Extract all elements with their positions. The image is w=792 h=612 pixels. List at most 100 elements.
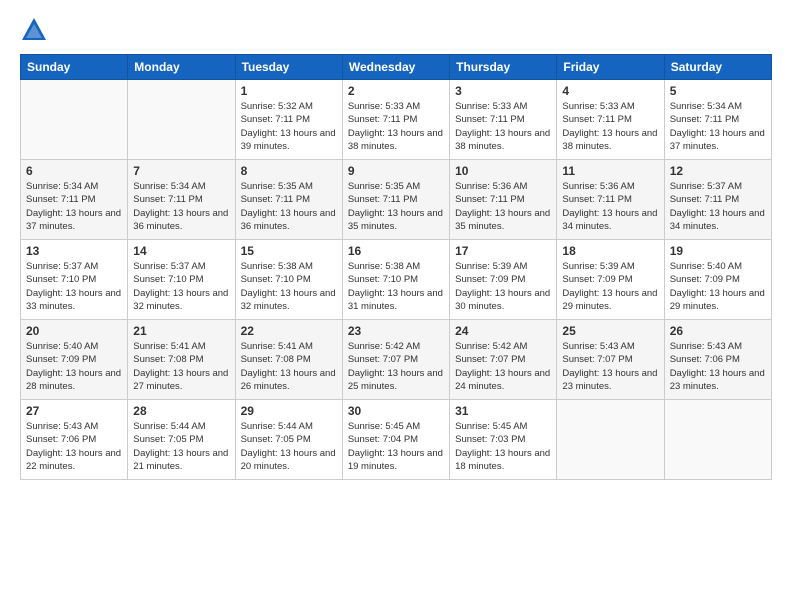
day-info: Sunrise: 5:43 AM Sunset: 7:06 PM Dayligh… bbox=[26, 420, 122, 473]
day-number: 16 bbox=[348, 244, 444, 258]
calendar-day-8: 8 Sunrise: 5:35 AM Sunset: 7:11 PM Daylig… bbox=[235, 160, 342, 240]
calendar-day-24: 24 Sunrise: 5:42 AM Sunset: 7:07 PM Dayli… bbox=[450, 320, 557, 400]
page-header bbox=[20, 16, 772, 44]
day-number: 14 bbox=[133, 244, 229, 258]
calendar-day-4: 4 Sunrise: 5:33 AM Sunset: 7:11 PM Daylig… bbox=[557, 80, 664, 160]
calendar-day-1: 1 Sunrise: 5:32 AM Sunset: 7:11 PM Daylig… bbox=[235, 80, 342, 160]
day-info: Sunrise: 5:33 AM Sunset: 7:11 PM Dayligh… bbox=[562, 100, 658, 153]
day-number: 21 bbox=[133, 324, 229, 338]
day-info: Sunrise: 5:34 AM Sunset: 7:11 PM Dayligh… bbox=[26, 180, 122, 233]
calendar-week-3: 13 Sunrise: 5:37 AM Sunset: 7:10 PM Dayli… bbox=[21, 240, 772, 320]
empty-cell bbox=[664, 400, 771, 480]
calendar-week-4: 20 Sunrise: 5:40 AM Sunset: 7:09 PM Dayli… bbox=[21, 320, 772, 400]
calendar-day-21: 21 Sunrise: 5:41 AM Sunset: 7:08 PM Dayli… bbox=[128, 320, 235, 400]
day-number: 10 bbox=[455, 164, 551, 178]
calendar-day-30: 30Sunrise: 5:45 AM Sunset: 7:04 PM Dayli… bbox=[342, 400, 449, 480]
day-info: Sunrise: 5:44 AM Sunset: 7:05 PM Dayligh… bbox=[133, 420, 229, 473]
day-info: Sunrise: 5:40 AM Sunset: 7:09 PM Dayligh… bbox=[670, 260, 766, 313]
day-info: Sunrise: 5:38 AM Sunset: 7:10 PM Dayligh… bbox=[348, 260, 444, 313]
day-info: Sunrise: 5:41 AM Sunset: 7:08 PM Dayligh… bbox=[133, 340, 229, 393]
calendar-day-26: 26Sunrise: 5:43 AM Sunset: 7:06 PM Dayli… bbox=[664, 320, 771, 400]
day-info: Sunrise: 5:41 AM Sunset: 7:08 PM Dayligh… bbox=[241, 340, 337, 393]
day-info: Sunrise: 5:37 AM Sunset: 7:11 PM Dayligh… bbox=[670, 180, 766, 233]
day-number: 5 bbox=[670, 84, 766, 98]
day-info: Sunrise: 5:42 AM Sunset: 7:07 PM Dayligh… bbox=[455, 340, 551, 393]
calendar-day-27: 27 Sunrise: 5:43 AM Sunset: 7:06 PM Dayli… bbox=[21, 400, 128, 480]
calendar-day-17: 17 Sunrise: 5:39 AM Sunset: 7:09 PM Dayli… bbox=[450, 240, 557, 320]
day-info: Sunrise: 5:44 AM Sunset: 7:05 PM Dayligh… bbox=[241, 420, 337, 473]
calendar-day-15: 15 Sunrise: 5:38 AM Sunset: 7:10 PM Dayli… bbox=[235, 240, 342, 320]
calendar-day-28: 28Sunrise: 5:44 AM Sunset: 7:05 PM Dayli… bbox=[128, 400, 235, 480]
calendar-day-5: 5 Sunrise: 5:34 AM Sunset: 7:11 PM Daylig… bbox=[664, 80, 771, 160]
calendar-day-18: 18 Sunrise: 5:39 AM Sunset: 7:09 PM Dayli… bbox=[557, 240, 664, 320]
calendar-week-2: 6 Sunrise: 5:34 AM Sunset: 7:11 PM Daylig… bbox=[21, 160, 772, 240]
day-info: Sunrise: 5:39 AM Sunset: 7:09 PM Dayligh… bbox=[562, 260, 658, 313]
day-number: 4 bbox=[562, 84, 658, 98]
day-info: Sunrise: 5:34 AM Sunset: 7:11 PM Dayligh… bbox=[133, 180, 229, 233]
calendar-day-6: 6 Sunrise: 5:34 AM Sunset: 7:11 PM Daylig… bbox=[21, 160, 128, 240]
calendar-table: SundayMondayTuesdayWednesdayThursdayFrid… bbox=[20, 54, 772, 480]
day-info: Sunrise: 5:35 AM Sunset: 7:11 PM Dayligh… bbox=[348, 180, 444, 233]
calendar-day-22: 22 Sunrise: 5:41 AM Sunset: 7:08 PM Dayli… bbox=[235, 320, 342, 400]
logo bbox=[20, 16, 52, 44]
calendar-week-5: 27 Sunrise: 5:43 AM Sunset: 7:06 PM Dayli… bbox=[21, 400, 772, 480]
calendar-day-3: 3Sunrise: 5:33 AM Sunset: 7:11 PM Daylig… bbox=[450, 80, 557, 160]
calendar-day-10: 10 Sunrise: 5:36 AM Sunset: 7:11 PM Dayli… bbox=[450, 160, 557, 240]
day-number: 7 bbox=[133, 164, 229, 178]
day-number: 17 bbox=[455, 244, 551, 258]
day-info: Sunrise: 5:32 AM Sunset: 7:11 PM Dayligh… bbox=[241, 100, 337, 153]
calendar-day-14: 14 Sunrise: 5:37 AM Sunset: 7:10 PM Dayli… bbox=[128, 240, 235, 320]
weekday-header-tuesday: Tuesday bbox=[235, 55, 342, 80]
day-number: 24 bbox=[455, 324, 551, 338]
day-number: 25 bbox=[562, 324, 658, 338]
weekday-header-monday: Monday bbox=[128, 55, 235, 80]
day-info: Sunrise: 5:40 AM Sunset: 7:09 PM Dayligh… bbox=[26, 340, 122, 393]
calendar-day-12: 12 Sunrise: 5:37 AM Sunset: 7:11 PM Dayli… bbox=[664, 160, 771, 240]
day-number: 31 bbox=[455, 404, 551, 418]
day-info: Sunrise: 5:45 AM Sunset: 7:04 PM Dayligh… bbox=[348, 420, 444, 473]
calendar-day-19: 19 Sunrise: 5:40 AM Sunset: 7:09 PM Dayli… bbox=[664, 240, 771, 320]
day-info: Sunrise: 5:42 AM Sunset: 7:07 PM Dayligh… bbox=[348, 340, 444, 393]
day-info: Sunrise: 5:39 AM Sunset: 7:09 PM Dayligh… bbox=[455, 260, 551, 313]
calendar-day-11: 11 Sunrise: 5:36 AM Sunset: 7:11 PM Dayli… bbox=[557, 160, 664, 240]
empty-cell bbox=[128, 80, 235, 160]
day-info: Sunrise: 5:35 AM Sunset: 7:11 PM Dayligh… bbox=[241, 180, 337, 233]
day-info: Sunrise: 5:34 AM Sunset: 7:11 PM Dayligh… bbox=[670, 100, 766, 153]
weekday-header-row: SundayMondayTuesdayWednesdayThursdayFrid… bbox=[21, 55, 772, 80]
day-number: 1 bbox=[241, 84, 337, 98]
day-number: 27 bbox=[26, 404, 122, 418]
weekday-header-wednesday: Wednesday bbox=[342, 55, 449, 80]
day-number: 13 bbox=[26, 244, 122, 258]
day-info: Sunrise: 5:38 AM Sunset: 7:10 PM Dayligh… bbox=[241, 260, 337, 313]
day-number: 9 bbox=[348, 164, 444, 178]
day-info: Sunrise: 5:37 AM Sunset: 7:10 PM Dayligh… bbox=[133, 260, 229, 313]
day-number: 11 bbox=[562, 164, 658, 178]
day-number: 20 bbox=[26, 324, 122, 338]
day-number: 6 bbox=[26, 164, 122, 178]
empty-cell bbox=[21, 80, 128, 160]
calendar-day-23: 23Sunrise: 5:42 AM Sunset: 7:07 PM Dayli… bbox=[342, 320, 449, 400]
calendar-day-16: 16 Sunrise: 5:38 AM Sunset: 7:10 PM Dayli… bbox=[342, 240, 449, 320]
day-number: 8 bbox=[241, 164, 337, 178]
calendar-day-9: 9 Sunrise: 5:35 AM Sunset: 7:11 PM Daylig… bbox=[342, 160, 449, 240]
day-info: Sunrise: 5:45 AM Sunset: 7:03 PM Dayligh… bbox=[455, 420, 551, 473]
day-number: 15 bbox=[241, 244, 337, 258]
day-info: Sunrise: 5:37 AM Sunset: 7:10 PM Dayligh… bbox=[26, 260, 122, 313]
day-info: Sunrise: 5:33 AM Sunset: 7:11 PM Dayligh… bbox=[348, 100, 444, 153]
calendar-day-31: 31 Sunrise: 5:45 AM Sunset: 7:03 PM Dayli… bbox=[450, 400, 557, 480]
calendar-day-25: 25 Sunrise: 5:43 AM Sunset: 7:07 PM Dayli… bbox=[557, 320, 664, 400]
day-number: 12 bbox=[670, 164, 766, 178]
day-number: 29 bbox=[241, 404, 337, 418]
weekday-header-friday: Friday bbox=[557, 55, 664, 80]
day-number: 19 bbox=[670, 244, 766, 258]
day-number: 22 bbox=[241, 324, 337, 338]
weekday-header-thursday: Thursday bbox=[450, 55, 557, 80]
day-info: Sunrise: 5:33 AM Sunset: 7:11 PM Dayligh… bbox=[455, 100, 551, 153]
day-info: Sunrise: 5:43 AM Sunset: 7:07 PM Dayligh… bbox=[562, 340, 658, 393]
day-info: Sunrise: 5:36 AM Sunset: 7:11 PM Dayligh… bbox=[562, 180, 658, 233]
day-info: Sunrise: 5:36 AM Sunset: 7:11 PM Dayligh… bbox=[455, 180, 551, 233]
day-number: 18 bbox=[562, 244, 658, 258]
day-number: 26 bbox=[670, 324, 766, 338]
calendar-day-13: 13 Sunrise: 5:37 AM Sunset: 7:10 PM Dayli… bbox=[21, 240, 128, 320]
calendar-day-29: 29 Sunrise: 5:44 AM Sunset: 7:05 PM Dayli… bbox=[235, 400, 342, 480]
